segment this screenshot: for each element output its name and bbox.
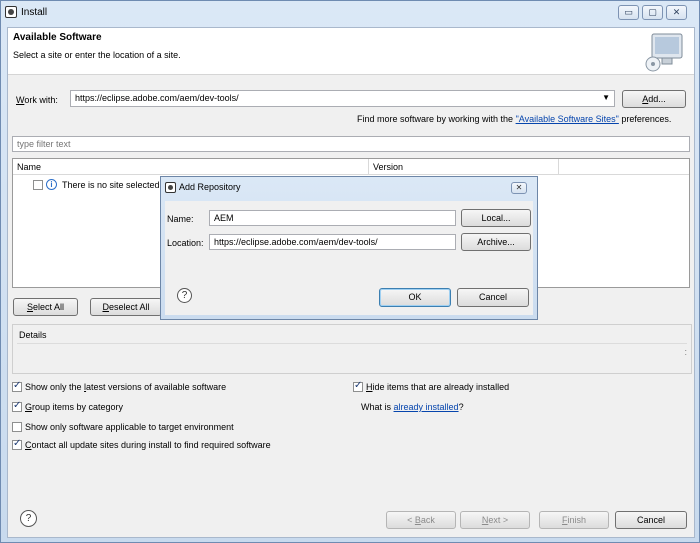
- dialog-close-button[interactable]: ✕: [511, 182, 527, 194]
- contact-update-sites-checkbox[interactable]: [12, 438, 22, 450]
- dropdown-arrow-icon: ▼: [602, 93, 610, 102]
- help-icon[interactable]: ?: [20, 510, 37, 527]
- already-installed-link[interactable]: already installed: [394, 402, 459, 412]
- deselect-all-button[interactable]: Deselect All: [90, 298, 162, 316]
- column-header-name[interactable]: Name: [13, 159, 369, 174]
- latest-versions-checkbox[interactable]: [12, 380, 22, 392]
- back-button[interactable]: < Back: [386, 511, 456, 529]
- contact-update-sites-label: Contact all update sites during install …: [25, 440, 271, 450]
- column-header-version[interactable]: Version: [369, 159, 559, 174]
- details-group: Details :: [12, 324, 692, 374]
- latest-versions-label: Show only the latest versions of availab…: [25, 382, 227, 392]
- ok-button[interactable]: OK: [379, 288, 451, 307]
- dialog-body: Name: AEM Local... Location: https://ecl…: [165, 201, 533, 315]
- header-band: Available Software Select a site or ente…: [8, 28, 694, 75]
- title-bar: Install ▭ ▢ ✕: [1, 1, 699, 27]
- dialog-title: Add Repository: [179, 182, 241, 192]
- page-subtitle: Select a site or enter the location of a…: [13, 50, 181, 60]
- details-area: [17, 343, 687, 371]
- page-title: Available Software: [13, 32, 102, 43]
- hide-installed-label: Hide items that are already installed: [366, 382, 510, 392]
- location-label: Location:: [167, 238, 204, 248]
- work-with-value: https://eclipse.adobe.com/aem/dev-tools/: [75, 93, 239, 103]
- archive-button[interactable]: Archive...: [461, 233, 531, 251]
- add-site-button[interactable]: Add...: [622, 90, 686, 108]
- maximize-button[interactable]: ▢: [642, 5, 663, 20]
- add-repository-dialog: Add Repository ✕ Name: AEM Local... Loca…: [160, 176, 538, 320]
- group-by-category-label: Group items by category: [25, 402, 124, 412]
- install-computer-icon: [645, 33, 683, 72]
- cancel-button[interactable]: Cancel: [615, 511, 687, 529]
- select-all-button[interactable]: Select All: [13, 298, 78, 316]
- name-label: Name:: [167, 214, 194, 224]
- window-title: Install: [21, 7, 48, 18]
- eclipse-app-icon: [5, 6, 17, 18]
- target-environment-label: Show only software applicable to target …: [25, 422, 234, 432]
- location-input[interactable]: https://eclipse.adobe.com/aem/dev-tools/: [209, 234, 456, 250]
- header-divider: [13, 174, 689, 175]
- minimize-button[interactable]: ▭: [618, 5, 639, 20]
- work-with-combo[interactable]: https://eclipse.adobe.com/aem/dev-tools/…: [70, 90, 615, 107]
- work-with-label: Work with:: [16, 95, 58, 105]
- what-is-installed-text: What is already installed?: [361, 402, 464, 412]
- next-button[interactable]: Next >: [460, 511, 530, 529]
- target-environment-checkbox[interactable]: [12, 422, 22, 432]
- row-name: There is no site selected.: [62, 180, 163, 190]
- available-software-sites-link[interactable]: "Available Software Sites": [516, 114, 619, 124]
- info-icon: i: [46, 179, 57, 190]
- close-button[interactable]: ✕: [666, 5, 687, 20]
- details-label: Details: [19, 330, 47, 340]
- group-by-category-checkbox[interactable]: [12, 400, 22, 412]
- find-more-text: Find more software by working with the "…: [357, 114, 672, 124]
- name-input[interactable]: AEM: [209, 210, 456, 226]
- dialog-help-icon[interactable]: ?: [177, 288, 192, 303]
- dialog-cancel-button[interactable]: Cancel: [457, 288, 529, 307]
- filter-input[interactable]: [12, 136, 690, 152]
- local-button[interactable]: Local...: [461, 209, 531, 227]
- hide-installed-checkbox[interactable]: [353, 380, 363, 392]
- row-checkbox[interactable]: [33, 180, 43, 190]
- eclipse-dialog-icon: [165, 182, 176, 193]
- finish-button[interactable]: Finish: [539, 511, 609, 529]
- details-scroll-handle[interactable]: :: [684, 347, 687, 357]
